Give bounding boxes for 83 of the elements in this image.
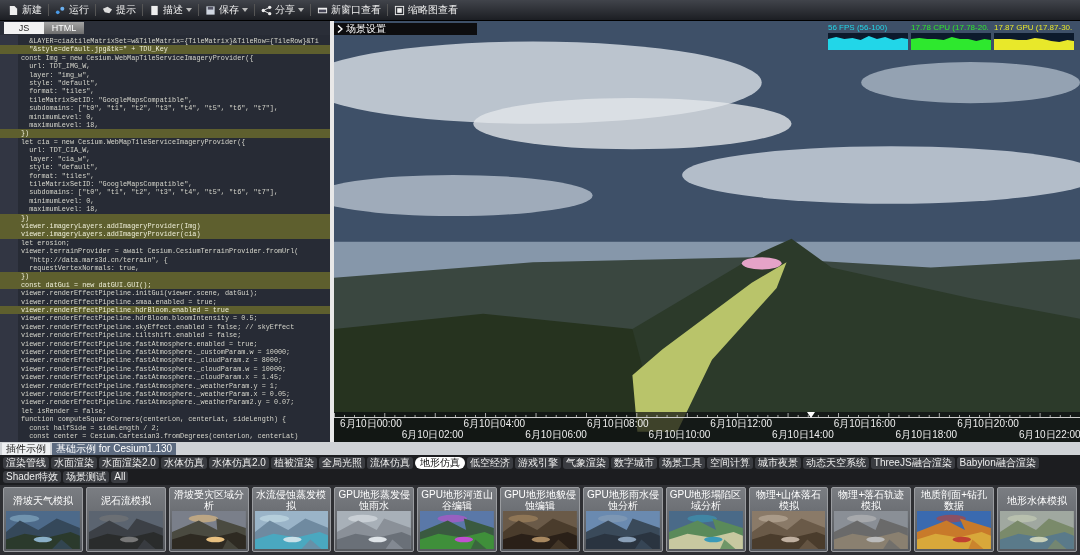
category-tab[interactable]: 流体仿真 bbox=[366, 457, 413, 469]
category-tab[interactable]: All bbox=[111, 471, 129, 483]
time-label: 6月10日12:00 bbox=[710, 418, 773, 429]
category-tab[interactable]: 气象渲染 bbox=[562, 457, 609, 469]
category-tab[interactable]: 水体仿真2.0 bbox=[208, 457, 269, 469]
toolbar-button[interactable]: 提示 bbox=[96, 1, 142, 19]
example-title: 泥石流模拟 bbox=[99, 493, 152, 508]
panel-title: 场景设置 bbox=[346, 22, 386, 36]
thumbnail-icon bbox=[394, 4, 405, 16]
category-tab[interactable]: ThreeJS融合渲染 bbox=[870, 457, 955, 469]
time-label: 6月10日04:00 bbox=[463, 418, 526, 429]
category-tab[interactable]: 动态天空系统 bbox=[802, 457, 869, 469]
example-title: GPU地形蒸发侵蚀雨水 bbox=[337, 489, 412, 511]
run-icon bbox=[55, 4, 66, 16]
example-title: 滑坡天气模拟 bbox=[11, 493, 74, 508]
toolbar-button[interactable]: 分享 bbox=[255, 1, 310, 19]
example-card[interactable]: GPU地形塌陷区域分析 bbox=[665, 487, 746, 552]
category-tab[interactable]: 空间计算 bbox=[706, 457, 753, 469]
time-label: 6月10日10:00 bbox=[648, 429, 711, 440]
category-tab[interactable]: Shader特效 bbox=[3, 471, 62, 483]
example-title: GPU地形地貌侵蚀编辑 bbox=[503, 489, 577, 511]
toolbar-button[interactable]: 缩略图查看 bbox=[388, 1, 464, 19]
example-card[interactable]: GPU地形雨水侵蚀分析 bbox=[582, 487, 663, 552]
toolbar-button[interactable]: 描述 bbox=[143, 1, 198, 19]
toolbar-button[interactable]: 新建 bbox=[2, 1, 48, 19]
toolbar-button[interactable]: 运行 bbox=[49, 1, 95, 19]
time-label: 6月10日08:00 bbox=[586, 418, 649, 429]
stat-label: 17.78 CPU (17.78-20. bbox=[911, 23, 989, 33]
category-tab[interactable]: 数字城市 bbox=[610, 457, 657, 469]
category-tab[interactable]: 场景工具 bbox=[658, 457, 705, 469]
example-tab[interactable]: 基础示例 for Cesium1.130 bbox=[52, 443, 177, 455]
example-card[interactable]: GPU地形河道山谷编辑 bbox=[417, 487, 498, 552]
category-tab[interactable]: 低空经济 bbox=[466, 457, 513, 469]
example-card[interactable]: GPU地形地貌侵蚀编辑 bbox=[500, 487, 580, 552]
example-card[interactable]: 滑坡受灾区域分析 bbox=[168, 487, 249, 552]
example-title: GPU地形塌陷区域分析 bbox=[668, 489, 743, 511]
category-tab[interactable]: 场景测试 bbox=[63, 471, 110, 483]
category-tab[interactable]: 全局光照 bbox=[318, 457, 365, 469]
example-card[interactable]: 地形水体模拟 bbox=[997, 487, 1077, 552]
category-tab[interactable]: 水体仿真 bbox=[160, 457, 207, 469]
example-card[interactable]: 水流侵蚀蒸发模拟 bbox=[251, 487, 332, 552]
category-tab[interactable]: 植被渲染 bbox=[270, 457, 317, 469]
time-label: 6月10日00:00 bbox=[340, 418, 402, 429]
stat-label: 17.87 GPU (17.87-30. bbox=[994, 23, 1073, 33]
time-label: 6月10日20:00 bbox=[957, 418, 1019, 429]
example-card[interactable]: 泥石流模拟 bbox=[85, 487, 166, 552]
settings-panel-header[interactable]: 场景设置 bbox=[334, 23, 477, 35]
stat-label: 56 FPS (56-100) bbox=[828, 23, 888, 33]
time-label: 6月10日16:00 bbox=[833, 418, 896, 429]
example-title: GPU地形河道山谷编辑 bbox=[420, 489, 494, 511]
example-title: 水流侵蚀蒸发模拟 bbox=[255, 489, 328, 511]
category-tab[interactable]: 城市夜景 bbox=[754, 457, 801, 469]
category-tab[interactable]: 游戏引擎 bbox=[514, 457, 561, 469]
category-tab[interactable]: 水面渲染 bbox=[51, 457, 97, 469]
example-tab[interactable]: 插件示例 bbox=[2, 443, 50, 455]
example-title: 地质剖面+钻孔数据 bbox=[920, 489, 989, 511]
example-title: GPU地形雨水侵蚀分析 bbox=[586, 489, 660, 511]
category-tab[interactable]: 水面渲染2.0 bbox=[99, 457, 159, 469]
category-tab[interactable]: Babylon融合渲染 bbox=[956, 457, 1039, 469]
document-icon bbox=[149, 4, 160, 16]
example-card[interactable]: 滑坡天气模拟 bbox=[3, 487, 83, 552]
time-label: 6月10日18:00 bbox=[895, 429, 958, 440]
time-label: 6月10日22:00 bbox=[1018, 429, 1080, 440]
category-tab[interactable]: 渲染管线 bbox=[3, 457, 49, 469]
example-title: 滑坡受灾区域分析 bbox=[172, 489, 245, 511]
example-card[interactable]: 地质剖面+钻孔数据 bbox=[914, 487, 995, 552]
save-icon bbox=[205, 4, 216, 16]
chevron-icon bbox=[337, 25, 343, 33]
time-label: 6月10日06:00 bbox=[525, 429, 587, 440]
time-label: 6月10日02:00 bbox=[401, 429, 464, 440]
example-title: 地形水体模拟 bbox=[1006, 493, 1069, 508]
editor-tab[interactable]: JS bbox=[4, 22, 44, 34]
category-tab[interactable]: 地形仿真 bbox=[414, 457, 465, 469]
toolbar-button[interactable]: 新窗口查看 bbox=[311, 1, 387, 19]
example-card[interactable]: 物理+落石轨迹模拟 bbox=[831, 487, 912, 552]
file-icon bbox=[8, 4, 19, 16]
time-label: 6月10日14:00 bbox=[772, 429, 834, 440]
example-title: 物理+山体落石模拟 bbox=[754, 489, 823, 511]
example-card[interactable]: GPU地形蒸发侵蚀雨水 bbox=[334, 487, 415, 552]
toolbar-button[interactable]: 保存 bbox=[199, 1, 254, 19]
example-card[interactable]: 物理+山体落石模拟 bbox=[748, 487, 829, 552]
example-title: 物理+落石轨迹模拟 bbox=[837, 489, 906, 511]
share-icon bbox=[261, 4, 272, 16]
